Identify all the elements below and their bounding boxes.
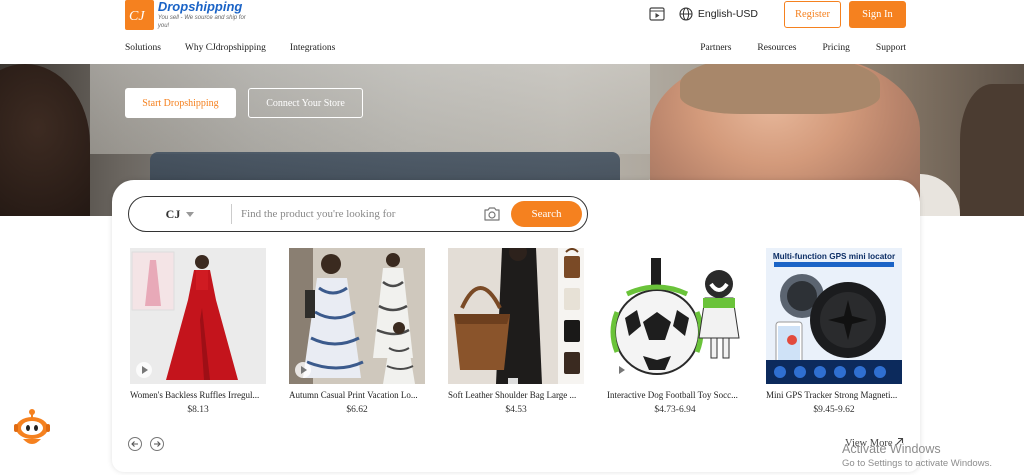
top-header: CJ Dropshipping You sell - We source and… <box>0 0 1024 64</box>
product-image[interactable] <box>130 248 266 384</box>
globe-icon[interactable] <box>679 7 693 21</box>
connect-store-button[interactable]: Connect Your Store <box>248 88 363 118</box>
play-video-icon[interactable] <box>613 362 629 378</box>
product-card[interactable]: Women's Backless Ruffles Irregul... $8.1… <box>130 248 266 415</box>
logo[interactable]: CJ Dropshipping You sell - We source and… <box>125 0 255 30</box>
windows-activation-watermark: Activate Windows Go to Settings to activ… <box>842 442 992 469</box>
language-selector[interactable]: English-USD <box>698 8 758 20</box>
product-name[interactable]: Soft Leather Shoulder Bag Large ... <box>448 390 584 400</box>
search-input[interactable] <box>232 208 483 220</box>
cj-logo-icon: CJ <box>129 9 145 24</box>
product-price: $6.62 <box>346 405 368 415</box>
product-price: $9.45-9.62 <box>813 405 855 415</box>
play-video-icon[interactable] <box>136 362 152 378</box>
product-image[interactable]: Multi-function GPS mini locator <box>766 248 902 384</box>
product-image[interactable] <box>607 248 743 384</box>
video-icon[interactable] <box>649 7 665 21</box>
product-image[interactable] <box>289 248 425 384</box>
svg-text:CJ: CJ <box>129 9 145 24</box>
product-list: Women's Backless Ruffles Irregul... $8.1… <box>130 248 902 415</box>
product-price: $4.53 <box>505 405 527 415</box>
product-price: $4.73-6.94 <box>654 405 696 415</box>
product-name[interactable]: Mini GPS Tracker Strong Magneti... <box>766 390 902 400</box>
gps-banner-title: Multi-function GPS mini locator <box>773 252 896 261</box>
register-button[interactable]: Register <box>784 0 841 28</box>
brand-name: Dropshipping <box>157 0 243 14</box>
product-card[interactable]: Soft Leather Shoulder Bag Large ... $4.5… <box>448 248 584 415</box>
logo-mark: CJ <box>125 0 154 30</box>
nav-support[interactable]: Support <box>876 43 906 53</box>
start-dropshipping-button[interactable]: Start Dropshipping <box>125 88 236 118</box>
robot-assistant-icon[interactable] <box>13 408 51 448</box>
brand-tagline: You sell - We source and ship for you! <box>157 15 246 29</box>
search-button[interactable]: Search <box>511 201 582 227</box>
chevron-down-icon <box>186 211 195 217</box>
product-card[interactable]: Multi-function GPS mini locator Mini GPS <box>766 248 902 415</box>
product-name[interactable]: Women's Backless Ruffles Irregul... <box>130 390 266 400</box>
secondary-nav: Partners Resources Pricing Support <box>700 43 906 53</box>
search-bar: CJ Search <box>128 196 588 232</box>
nav-pricing[interactable]: Pricing <box>822 43 849 53</box>
nav-partners[interactable]: Partners <box>700 43 731 53</box>
nav-integrations[interactable]: Integrations <box>290 43 335 53</box>
hero-person-left <box>0 64 90 216</box>
product-card[interactable]: Autumn Casual Print Vacation Lo... $6.62 <box>289 248 425 415</box>
nav-resources[interactable]: Resources <box>757 43 796 53</box>
sign-in-button[interactable]: Sign In <box>849 0 906 28</box>
header-actions: English-USD Register Sign In <box>649 0 906 28</box>
product-card[interactable]: Interactive Dog Football Toy Socc... $4.… <box>607 248 743 415</box>
product-name[interactable]: Interactive Dog Football Toy Socc... <box>607 390 743 400</box>
play-video-icon[interactable] <box>295 362 311 378</box>
product-image[interactable] <box>448 248 584 384</box>
nav-solutions[interactable]: Solutions <box>125 43 161 53</box>
primary-nav: Solutions Why CJdropshipping Integration… <box>125 43 335 53</box>
arrow-left-icon[interactable] <box>128 437 142 451</box>
product-name[interactable]: Autumn Casual Print Vacation Lo... <box>289 390 425 400</box>
source-select[interactable]: CJ <box>129 204 232 224</box>
product-price: $8.13 <box>187 405 209 415</box>
camera-icon[interactable] <box>483 206 501 222</box>
source-select-label: CJ <box>165 206 181 221</box>
arrow-right-icon[interactable] <box>150 437 164 451</box>
nav-why-cjdropshipping[interactable]: Why CJdropshipping <box>185 43 266 53</box>
